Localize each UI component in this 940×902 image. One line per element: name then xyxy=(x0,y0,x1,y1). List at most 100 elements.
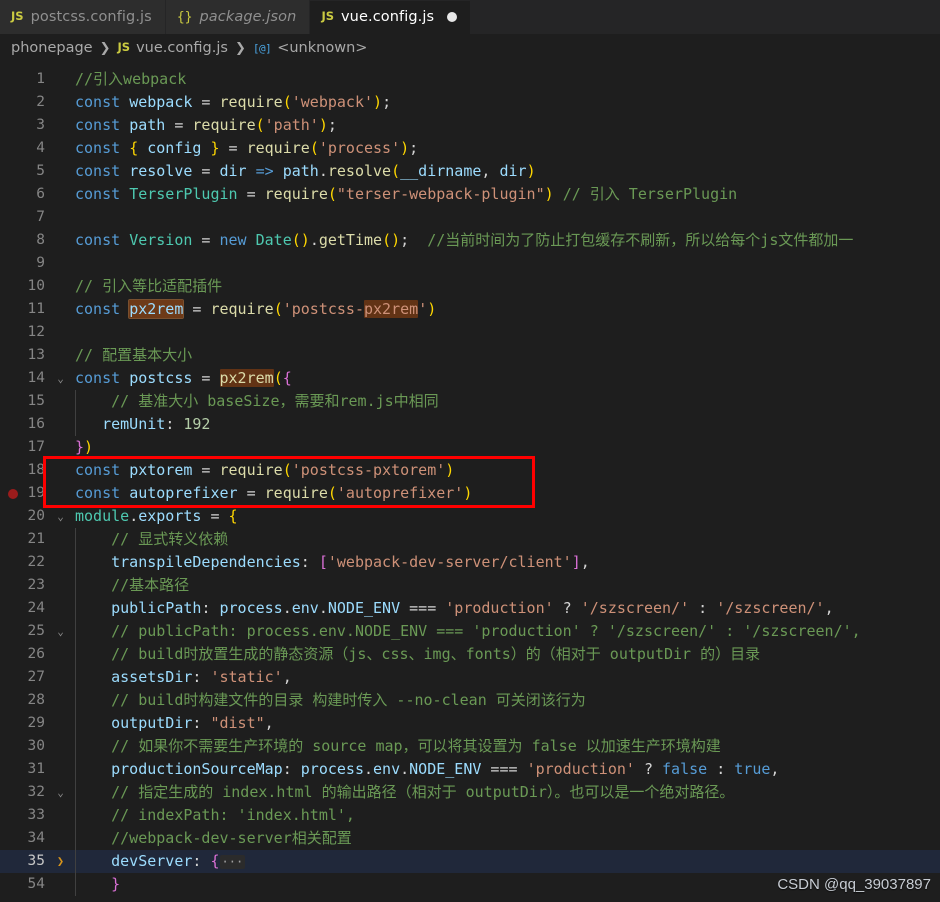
code-line-content[interactable] xyxy=(69,252,940,275)
code-line-19[interactable]: 19 const autoprefixer = require('autopref… xyxy=(0,482,940,505)
editor-tab-bar: JS postcss.config.js {} package.json JS vue.c… xyxy=(0,0,940,34)
code-line-34[interactable]: 34 //webpack-dev-server相关配置 xyxy=(0,827,940,850)
code-line-content[interactable]: // indexPath: 'index.html', xyxy=(69,804,940,827)
code-token: 'postcss- xyxy=(282,300,364,318)
code-line-content[interactable]: devServer: {··· xyxy=(69,850,940,873)
code-line-21[interactable]: 21 // 显式转义依赖 xyxy=(0,528,940,551)
code-line-26[interactable]: 26 // build时放置生成的静态资源（js、css、img、fonts）的… xyxy=(0,643,940,666)
code-line-content[interactable]: // 基准大小 baseSize，需要和rem.js中相同 xyxy=(69,390,940,413)
code-line-content[interactable]: // 引入等比适配插件 xyxy=(69,275,940,298)
code-line-2[interactable]: 2 const webpack = require('webpack'); xyxy=(0,91,940,114)
editor-tab-vue-config-js[interactable]: JS vue.config.js xyxy=(310,0,472,34)
code-line-content[interactable]: publicPath: process.env.NODE_ENV === 'pr… xyxy=(69,597,940,620)
code-line-content[interactable]: // 指定生成的 index.html 的输出路径（相对于 outputDir）… xyxy=(69,781,940,804)
code-line-content[interactable]: const px2rem = require('postcss-px2rem') xyxy=(69,298,940,321)
line-number: 10 xyxy=(27,278,45,294)
code-line-16[interactable]: 16 remUnit: 192 xyxy=(0,413,940,436)
code-line-1[interactable]: 1 //引入webpack xyxy=(0,68,940,91)
code-line-content[interactable] xyxy=(69,321,940,344)
code-line-29[interactable]: 29 outputDir: "dist", xyxy=(0,712,940,735)
code-line-content[interactable]: const resolve = dir => path.resolve(__di… xyxy=(69,160,940,183)
code-token: getTime xyxy=(318,231,383,249)
line-number: 20 xyxy=(27,508,45,524)
code-line-content[interactable]: module.exports = { xyxy=(69,505,940,528)
code-line-27[interactable]: 27 assetsDir: 'static', xyxy=(0,666,940,689)
code-line-17[interactable]: 17}) xyxy=(0,436,940,459)
code-line-8[interactable]: 8 const Version = new Date().getTime(); /… xyxy=(0,229,940,252)
code-lines[interactable]: 1//引入webpack 2 const webpack = require('we… xyxy=(0,62,940,896)
code-line-35[interactable]: 35 ❯ devServer: {··· xyxy=(0,850,940,873)
code-line-content[interactable]: outputDir: "dist", xyxy=(69,712,940,735)
code-line-content[interactable]: productionSourceMap: process.env.NODE_EN… xyxy=(69,758,940,781)
code-line-content[interactable]: // build时构建文件的目录 构建时传入 --no-clean 可关闭该行为 xyxy=(69,689,940,712)
unsaved-changes-dot-icon[interactable] xyxy=(447,12,458,22)
code-editor[interactable]: 1//引入webpack 2 const webpack = require('we… xyxy=(0,62,940,902)
code-line-9[interactable]: 9 xyxy=(0,252,940,275)
code-line-12[interactable]: 12 xyxy=(0,321,940,344)
code-line-content[interactable]: const autoprefixer = require('autoprefix… xyxy=(69,482,940,505)
code-line-content[interactable]: const webpack = require('webpack'); xyxy=(69,91,940,114)
code-line-4[interactable]: 4 const { config } = require('process'); xyxy=(0,137,940,160)
code-line-content[interactable]: assetsDir: 'static', xyxy=(69,666,940,689)
editor-tab-postcss-config-js[interactable]: JS postcss.config.js xyxy=(0,0,166,34)
code-line-3[interactable]: 3 const path = require('path'); xyxy=(0,114,940,137)
code-line-7[interactable]: 7 xyxy=(0,206,940,229)
code-line-25[interactable]: 25 ⌄ // publicPath: process.env.NODE_ENV … xyxy=(0,620,940,643)
code-line-31[interactable]: 31 productionSourceMap: process.env.NODE… xyxy=(0,758,940,781)
code-token: dir xyxy=(219,162,247,180)
code-line-content[interactable]: remUnit: 192 xyxy=(69,413,940,436)
code-line-content[interactable] xyxy=(69,206,940,229)
code-line-5[interactable]: 5 const resolve = dir => path.resolve(__d… xyxy=(0,160,940,183)
code-token: postcss xyxy=(129,369,193,387)
code-line-content[interactable]: }) xyxy=(69,436,940,459)
code-line-33[interactable]: 33 // indexPath: 'index.html', xyxy=(0,804,940,827)
chevron-down-icon[interactable]: ⌄ xyxy=(52,367,69,390)
code-token: } xyxy=(210,139,220,157)
code-line-content[interactable]: transpileDependencies: ['webpack-dev-ser… xyxy=(69,551,940,574)
chevron-down-icon[interactable]: ⌄ xyxy=(52,505,69,528)
code-line-content[interactable]: const path = require('path'); xyxy=(69,114,940,137)
code-token: productionSourceMap xyxy=(111,760,283,778)
breadcrumb[interactable]: phonepage ❯ JS vue.config.js ❯ [@] <unknown> xyxy=(0,34,940,62)
code-line-content[interactable]: // publicPath: process.env.NODE_ENV === … xyxy=(69,620,940,643)
code-line-28[interactable]: 28 // build时构建文件的目录 构建时传入 --no-clean 可关闭… xyxy=(0,689,940,712)
code-line-32[interactable]: 32 ⌄ // 指定生成的 index.html 的输出路径（相对于 output… xyxy=(0,781,940,804)
code-line-content[interactable]: const TerserPlugin = require("terser-web… xyxy=(69,183,940,206)
code-line-14[interactable]: 14 ⌄ const postcss = px2rem({ xyxy=(0,367,940,390)
code-line-content[interactable]: const Version = new Date().getTime(); //… xyxy=(69,229,940,252)
code-line-content[interactable]: // 显式转义依赖 xyxy=(69,528,940,551)
code-line-24[interactable]: 24 publicPath: process.env.NODE_ENV === … xyxy=(0,597,940,620)
code-line-11[interactable]: 11 const px2rem = require('postcss-px2rem… xyxy=(0,298,940,321)
chevron-down-icon[interactable]: ⌄ xyxy=(52,781,69,804)
code-line-15[interactable]: 15 // 基准大小 baseSize，需要和rem.js中相同 xyxy=(0,390,940,413)
code-line-13[interactable]: 13 // 配置基本大小 xyxy=(0,344,940,367)
code-line-content[interactable]: const pxtorem = require('postcss-pxtorem… xyxy=(69,459,940,482)
code-line-content[interactable]: // 如果你不需要生产环境的 source map，可以将其设置为 false … xyxy=(69,735,940,758)
code-token: [ xyxy=(318,553,328,571)
code-line-6[interactable]: 6 const TerserPlugin = require("terser-we… xyxy=(0,183,940,206)
code-line-20[interactable]: 20 ⌄ module.exports = { xyxy=(0,505,940,528)
breadcrumb-item-0[interactable]: phonepage xyxy=(11,40,93,56)
breadcrumb-item-1[interactable]: JS vue.config.js xyxy=(118,40,228,56)
chevron-right-icon[interactable]: ❯ xyxy=(52,850,69,873)
code-line-10[interactable]: 10 // 引入等比适配插件 xyxy=(0,275,940,298)
fold-placeholder xyxy=(52,321,69,344)
code-line-content[interactable]: // 配置基本大小 xyxy=(69,344,940,367)
code-line-content[interactable]: // build时放置生成的静态资源（js、css、img、fonts）的（相对… xyxy=(69,643,940,666)
breadcrumb-item-2[interactable]: [@] <unknown> xyxy=(253,40,368,56)
code-line-content[interactable]: //引入webpack xyxy=(69,68,940,91)
code-line-content[interactable]: const { config } = require('process'); xyxy=(69,137,940,160)
editor-tab-package-json[interactable]: {} package.json xyxy=(165,0,311,34)
code-line-18[interactable]: 18 const pxtorem = require('postcss-pxtor… xyxy=(0,459,940,482)
code-line-content[interactable]: const postcss = px2rem({ xyxy=(69,367,940,390)
chevron-down-icon[interactable]: ⌄ xyxy=(52,620,69,643)
code-token: env xyxy=(373,760,401,778)
code-line-22[interactable]: 22 transpileDependencies: ['webpack-dev-… xyxy=(0,551,940,574)
code-line-30[interactable]: 30 // 如果你不需要生产环境的 source map，可以将其设置为 fal… xyxy=(0,735,940,758)
code-line-content[interactable]: //webpack-dev-server相关配置 xyxy=(69,827,940,850)
breadcrumb-separator-icon: ❯ xyxy=(99,40,111,56)
code-line-content[interactable]: //基本路径 xyxy=(69,574,940,597)
code-line-23[interactable]: 23 //基本路径 xyxy=(0,574,940,597)
